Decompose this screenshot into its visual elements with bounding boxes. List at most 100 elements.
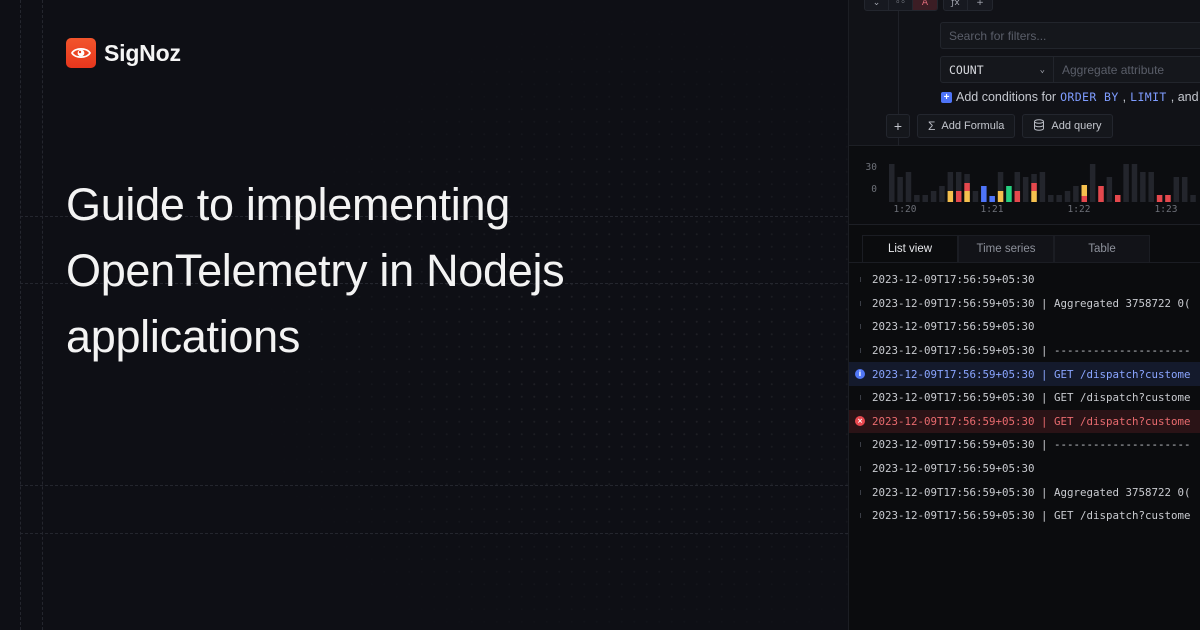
page-title: Guide to implementing OpenTelemetry in N… <box>66 172 766 370</box>
add-query-button[interactable]: Add query <box>1022 114 1113 138</box>
aggregate-operator-select[interactable]: COUNT ⌄ <box>941 57 1054 82</box>
log-row[interactable]: 2023-12-09T17:56:59+05:30 | Aggregated 3… <box>849 480 1200 504</box>
log-row[interactable]: 2023-12-09T17:56:59+05:30 | ------------… <box>849 339 1200 363</box>
brand-logo[interactable]: SigNoz <box>66 38 181 68</box>
chevron-down-icon[interactable]: ⌄ <box>865 0 889 10</box>
histogram-bar[interactable] <box>1131 164 1138 202</box>
histogram-bar[interactable] <box>1056 195 1062 202</box>
chevron-down-icon: ⌄ <box>1039 64 1045 75</box>
app-preview-panel: ⌄ ◦◦ A ƒx + Search for filters... COUNT … <box>848 0 1200 630</box>
log-level-marker <box>855 487 865 497</box>
histogram-bar[interactable] <box>1181 177 1188 202</box>
histogram-bar[interactable] <box>1148 172 1154 202</box>
grid-guide-line <box>20 533 848 534</box>
marker-tick <box>859 395 861 401</box>
conditions-separator: , <box>1122 90 1127 104</box>
conditions-prefix: Add conditions for <box>956 90 1057 104</box>
log-row[interactable]: 2023-12-09T17:56:59+05:30 | GET /dispatc… <box>849 386 1200 410</box>
log-row[interactable]: 2023-12-09T17:56:59+05:30 | Aggregated 3… <box>849 292 1200 316</box>
log-text: 2023-12-09T17:56:59+05:30 | GET /dispatc… <box>872 414 1191 428</box>
log-row[interactable]: × 2023-12-09T17:56:59+05:30 | GET /dispat… <box>849 409 1200 434</box>
log-text: 2023-12-09T17:56:59+05:30 | Aggregated 3… <box>872 485 1191 499</box>
marker-tick <box>859 348 861 354</box>
histogram-bar[interactable] <box>1173 177 1180 202</box>
plus-icon[interactable]: + <box>968 0 992 10</box>
log-level-marker <box>855 346 865 356</box>
histogram-bar-segment-red <box>1014 191 1021 202</box>
log-row[interactable]: 2023-12-09T17:56:59+05:30 <box>849 315 1200 339</box>
eye-icon <box>66 38 96 68</box>
histogram-bar[interactable] <box>889 164 895 202</box>
histogram-bar[interactable] <box>922 195 928 202</box>
add-query-label: Add query <box>1051 120 1102 132</box>
query-toolbar-right: ƒx + <box>943 0 993 11</box>
histogram-bar-segment-red <box>964 183 970 191</box>
marker-tick <box>859 489 861 495</box>
log-row[interactable]: 2023-12-09T17:56:59+05:30 | ------------… <box>849 433 1200 457</box>
tab-time-series[interactable]: Time series <box>958 235 1054 262</box>
tab-table[interactable]: Table <box>1054 235 1150 262</box>
log-text: 2023-12-09T17:56:59+05:30 | Aggregated 3… <box>872 296 1191 310</box>
visibility-icon[interactable]: ◦◦ <box>889 0 913 10</box>
plus-square-icon: + <box>941 91 952 103</box>
histogram-bar[interactable] <box>972 191 979 202</box>
histogram-bar-segment-red <box>1114 195 1121 202</box>
add-conditions-link[interactable]: + Add conditions for ORDER BY , LIMIT , … <box>941 90 1199 104</box>
info-circle: i <box>855 369 865 380</box>
function-icon[interactable]: ƒx <box>944 0 968 10</box>
view-tabs: List view Time series Table <box>862 235 1150 262</box>
database-icon <box>1033 118 1045 134</box>
histogram-bar[interactable] <box>905 172 912 202</box>
log-level-marker <box>855 393 865 403</box>
histogram-bar-segment-blue <box>989 196 995 202</box>
histogram-bar[interactable] <box>1064 191 1071 202</box>
histogram-bar[interactable] <box>1022 177 1029 202</box>
filter-search-input[interactable]: Search for filters... <box>940 22 1200 49</box>
add-button[interactable]: + <box>886 114 910 138</box>
histogram-bar[interactable] <box>1140 172 1146 202</box>
histogram-bar-segment-yellow <box>964 191 970 202</box>
x-tick-label: 1:23 <box>1155 204 1178 215</box>
query-toolbar-left: ⌄ ◦◦ A <box>864 0 938 11</box>
marker-tick <box>859 466 861 472</box>
brand-name: SigNoz <box>104 39 181 66</box>
aggregate-attribute-input[interactable]: Aggregate attribute <box>1054 57 1200 82</box>
histogram-bar[interactable] <box>1073 186 1079 202</box>
histogram-bar-segment-red <box>1081 196 1088 202</box>
histogram-bar-segment-yellow <box>1081 185 1088 196</box>
x-tick-label: 1:21 <box>981 204 1004 215</box>
histogram-bar[interactable] <box>897 177 903 202</box>
aggregate-row: COUNT ⌄ Aggregate attribute <box>940 56 1200 83</box>
histogram-bar[interactable] <box>930 191 937 202</box>
log-text: 2023-12-09T17:56:59+05:30 | GET /dispatc… <box>872 367 1191 381</box>
add-formula-button[interactable]: Σ Add Formula <box>917 114 1016 138</box>
add-formula-label: Add Formula <box>941 120 1005 132</box>
log-text: 2023-12-09T17:56:59+05:30 | ------------… <box>872 344 1191 358</box>
grid-guide-line <box>20 485 848 486</box>
histogram-bar[interactable] <box>1039 172 1046 202</box>
histogram-bar[interactable] <box>1190 195 1196 202</box>
error-circle: × <box>855 416 865 427</box>
log-row[interactable]: 2023-12-09T17:56:59+05:30 <box>849 457 1200 481</box>
histogram-bar-segment-yellow <box>1031 191 1037 202</box>
histogram-bar-segment-red <box>955 191 962 202</box>
log-row[interactable]: i 2023-12-09T17:56:59+05:30 | GET /dispat… <box>849 362 1200 386</box>
log-level-marker <box>855 275 865 285</box>
histogram-bar-segment-red <box>1156 195 1163 202</box>
histogram-bar[interactable] <box>939 186 945 202</box>
log-row[interactable]: 2023-12-09T17:56:59+05:30 | GET /dispatc… <box>849 504 1200 528</box>
query-label-a[interactable]: A <box>913 0 937 10</box>
histogram-bar[interactable] <box>1106 177 1113 202</box>
histogram-bar[interactable] <box>914 195 920 202</box>
aggregate-operator-value: COUNT <box>949 62 984 77</box>
log-row[interactable]: 2023-12-09T17:56:59+05:30 <box>849 268 1200 292</box>
histogram-bar[interactable] <box>1123 164 1129 202</box>
marker-tick <box>859 513 861 519</box>
log-level-marker <box>855 322 865 332</box>
histogram-bar[interactable] <box>1089 164 1096 202</box>
histogram-bar[interactable] <box>1048 195 1054 202</box>
log-text: 2023-12-09T17:56:59+05:30 | GET /dispatc… <box>872 509 1191 523</box>
histogram-bar-segment-yellow <box>947 191 954 202</box>
tab-list-view[interactable]: List view <box>862 235 958 262</box>
x-tick-label: 1:22 <box>1068 204 1091 215</box>
